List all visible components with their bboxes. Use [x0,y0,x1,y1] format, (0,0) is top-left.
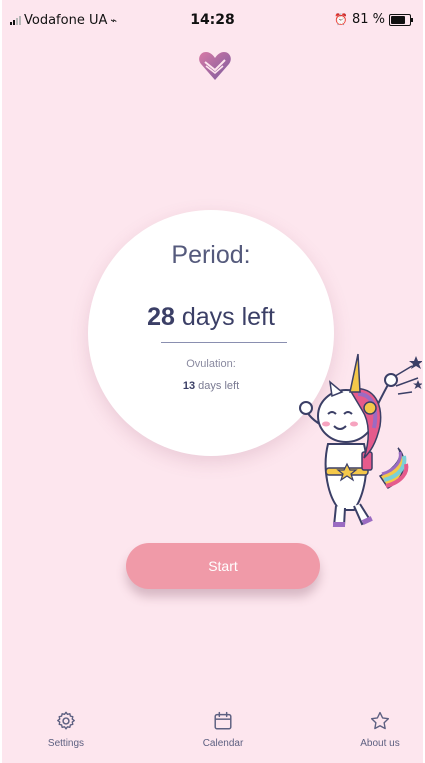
tab-settings-label: Settings [47,738,85,749]
tab-about-us[interactable]: About us [340,710,420,749]
period-title: Period: [171,241,251,269]
start-button[interactable]: Start [126,543,320,589]
status-bar: Vodafone UA ⌁ 14:28 ⏰ 81 % [2,0,423,36]
calendar-icon [214,711,232,730]
divider [161,342,287,343]
ovulation-days-suffix: days left [195,380,240,392]
period-days-number: 28 [147,303,175,331]
gear-icon [57,711,75,730]
alarm-icon: ⏰ [334,13,348,26]
tab-about-us-label: About us [360,738,400,749]
period-days-suffix: days left [174,303,275,331]
battery-icon [389,13,413,26]
ovulation-days-number: 13 [182,380,196,392]
unicorn-mascot-icon [299,353,422,527]
star-icon [370,711,390,730]
app-screen: Vodafone UA ⌁ 14:28 ⏰ 81 % Period: 28 da… [2,0,423,763]
heart-hands-logo-icon [199,52,231,80]
period-days-left: 28 days left [88,304,334,330]
tab-bar: Settings Calendar About us [2,700,423,763]
battery-percent: 81 % [351,12,385,27]
battery-group: ⏰ 81 % [334,12,413,27]
tab-calendar[interactable]: Calendar [183,710,263,749]
tab-settings[interactable]: Settings [26,710,106,749]
tab-calendar-label: Calendar [202,738,244,749]
